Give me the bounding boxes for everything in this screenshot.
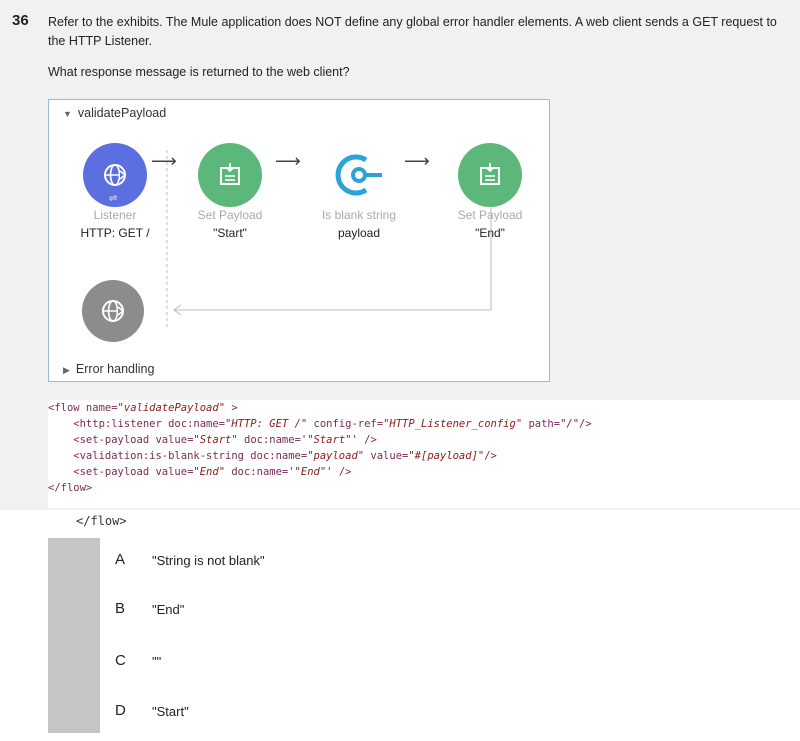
xml-code-exhibit: <flow name="validatePayload" > <http:lis… [48,400,800,508]
option-a-text[interactable]: "String is not blank" [152,553,265,568]
code-line-1: <flow name="validatePayload" > [48,402,238,414]
option-c-text[interactable]: "" [152,654,161,669]
set-payload-end-node[interactable] [458,143,522,207]
set-payload-start-label: Set Payload [197,208,263,222]
option-c-letter[interactable]: C [115,652,126,669]
set-payload-start-sub: "Start" [213,226,247,240]
error-handling-toggle[interactable]: ▶ Error handling [63,362,154,376]
expand-triangle-icon[interactable]: ▶ [63,365,70,375]
listener-label: Listener [93,208,137,222]
set-payload-icon [480,163,500,185]
trailing-flow-close: </flow> [76,514,127,528]
question-prompt: What response message is returned to the… [48,65,350,79]
arrow-1: ⟶ [151,151,177,171]
listener-sub: HTTP: GET / [80,226,150,240]
arrow-2: ⟶ [275,151,301,171]
question-text: Refer to the exhibits. The Mule applicat… [48,15,777,48]
validation-icon [335,154,382,196]
set-payload-start-node[interactable] [198,143,262,207]
option-d-text[interactable]: "Start" [152,704,189,719]
is-blank-string-sub: payload [337,226,381,240]
option-b-letter[interactable]: B [115,600,125,617]
exchange-icon: ⇌ [109,193,118,204]
flow-diagram: ▼ validatePayload ⇌ Listener HTTP: GET / … [48,99,550,382]
set-payload-end-label: Set Payload [457,208,523,222]
globe-icon [102,300,125,322]
question-number: 36 [12,12,29,29]
is-blank-string-node[interactable] [327,143,391,207]
code-line-4: <validation:is-blank-string doc:name="pa… [48,450,497,462]
response-node[interactable] [82,280,144,342]
is-blank-string-label: Is blank string [321,208,397,222]
set-payload-end-sub: "End" [475,226,505,240]
code-line-3: <set-payload value="Start" doc:name='"St… [48,434,377,446]
code-line-6: </flow> [48,482,93,494]
question-panel: 36 Refer to the exhibits. The Mule appli… [0,0,800,510]
options-sidebar-strip [48,538,100,733]
globe-icon [104,164,127,186]
option-a-letter[interactable]: A [115,551,125,568]
arrow-3: ⟶ [404,151,430,171]
option-d-letter[interactable]: D [115,702,126,719]
code-line-2: <http:listener doc:name="HTTP: GET /" co… [48,418,592,430]
option-b-text[interactable]: "End" [152,602,184,617]
set-payload-icon [220,163,240,185]
code-line-5: <set-payload value="End" doc:name='"End"… [48,466,352,478]
